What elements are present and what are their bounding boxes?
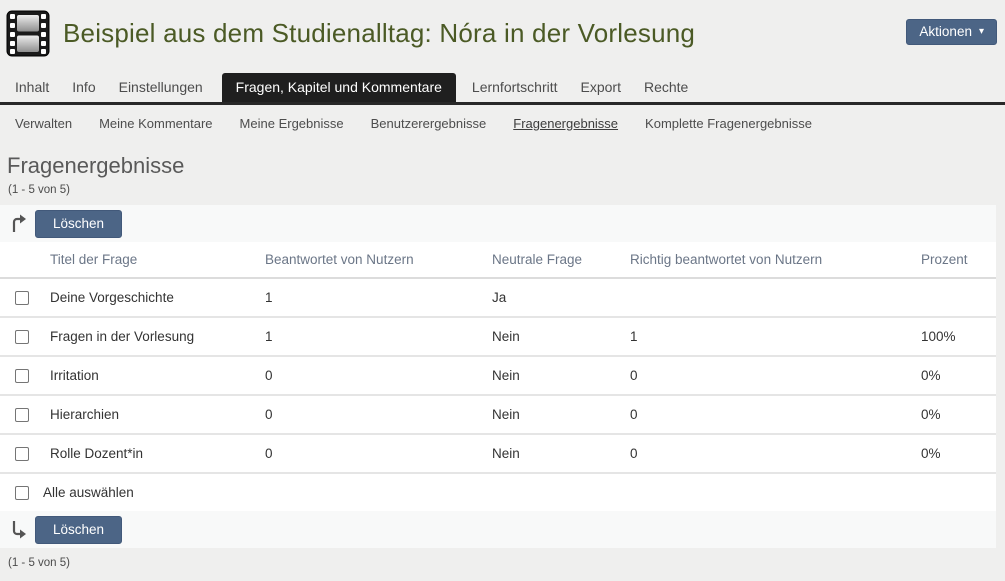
cell-neutral: Nein xyxy=(482,395,620,434)
tab-lernfortschritt[interactable]: Lernfortschritt xyxy=(462,73,568,102)
col-prozent: Prozent xyxy=(911,242,996,278)
section-title: Fragenergebnisse xyxy=(7,153,1005,179)
cell-neutral: Ja xyxy=(482,278,620,317)
select-all-checkbox[interactable] xyxy=(15,486,29,500)
apply-to-selection-down-arrow-icon xyxy=(10,520,27,539)
actions-button-label: Aktionen xyxy=(919,24,972,39)
header-checkbox-spacer xyxy=(0,242,40,278)
table-row: Deine Vorgeschichte 1 Ja xyxy=(0,278,996,317)
cell-question-title: Fragen in der Vorlesung xyxy=(40,317,255,356)
film-strip-icon xyxy=(6,10,50,57)
row-checkbox[interactable] xyxy=(15,447,29,461)
cell-percent: 0% xyxy=(911,434,996,473)
tab-einstellungen[interactable]: Einstellungen xyxy=(109,73,213,102)
subtab-verwalten[interactable]: Verwalten xyxy=(15,116,72,131)
cell-percent: 100% xyxy=(911,317,996,356)
delete-button-top[interactable]: Löschen xyxy=(35,210,122,238)
select-all-label: Alle auswählen xyxy=(43,485,134,500)
cell-answered: 0 xyxy=(255,434,482,473)
table-row: Hierarchien 0 Nein 0 0% xyxy=(0,395,996,434)
tab-info[interactable]: Info xyxy=(62,73,105,102)
cell-percent xyxy=(911,278,996,317)
cell-answered: 0 xyxy=(255,395,482,434)
col-titel-der-frage: Titel der Frage xyxy=(40,242,255,278)
tab-export[interactable]: Export xyxy=(571,73,631,102)
sub-tabbar: Verwalten Meine Kommentare Meine Ergebni… xyxy=(0,105,1005,137)
cell-correct: 1 xyxy=(620,317,911,356)
col-richtig-beantwortet: Richtig beantwortet von Nutzern xyxy=(620,242,911,278)
select-all-row: Alle auswählen xyxy=(0,473,996,511)
cell-correct xyxy=(620,278,911,317)
row-checkbox[interactable] xyxy=(15,291,29,305)
results-panel: Löschen Titel der Frage Beantwortet von … xyxy=(0,205,996,548)
cell-percent: 0% xyxy=(911,356,996,395)
cell-question-title: Irritation xyxy=(40,356,255,395)
page-title: Beispiel aus dem Studienalltag: Nóra in … xyxy=(63,18,695,49)
cell-neutral: Nein xyxy=(482,434,620,473)
caret-down-icon: ▾ xyxy=(979,27,984,37)
col-beantwortet-von-nutzern: Beantwortet von Nutzern xyxy=(255,242,482,278)
cell-answered: 1 xyxy=(255,317,482,356)
cell-neutral: Nein xyxy=(482,356,620,395)
subtab-komplette-fragenergebnisse[interactable]: Komplette Fragenergebnisse xyxy=(645,116,812,131)
row-checkbox[interactable] xyxy=(15,330,29,344)
table-row: Rolle Dozent*in 0 Nein 0 0% xyxy=(0,434,996,473)
row-checkbox[interactable] xyxy=(15,408,29,422)
apply-to-selection-up-arrow-icon xyxy=(10,214,27,233)
table-row: Irritation 0 Nein 0 0% xyxy=(0,356,996,395)
main-tabbar: Inhalt Info Einstellungen Fragen, Kapite… xyxy=(0,59,1005,105)
cell-question-title: Deine Vorgeschichte xyxy=(40,278,255,317)
delete-button-bottom[interactable]: Löschen xyxy=(35,516,122,544)
tab-fragen-kapitel-kommentare[interactable]: Fragen, Kapitel und Kommentare xyxy=(222,73,456,102)
row-checkbox[interactable] xyxy=(15,369,29,383)
table-row: Fragen in der Vorlesung 1 Nein 1 100% xyxy=(0,317,996,356)
cell-neutral: Nein xyxy=(482,317,620,356)
cell-correct: 0 xyxy=(620,356,911,395)
cell-question-title: Rolle Dozent*in xyxy=(40,434,255,473)
subtab-benutzerergebnisse[interactable]: Benutzerergebnisse xyxy=(371,116,487,131)
page-header: Beispiel aus dem Studienalltag: Nóra in … xyxy=(0,0,1005,59)
subtab-fragenergebnisse[interactable]: Fragenergebnisse xyxy=(513,116,618,131)
bottom-toolbar: Löschen xyxy=(0,511,996,548)
table-header-row: Titel der Frage Beantwortet von Nutzern … xyxy=(0,242,996,278)
col-neutrale-frage: Neutrale Frage xyxy=(482,242,620,278)
question-results-table: Titel der Frage Beantwortet von Nutzern … xyxy=(0,242,996,511)
top-toolbar: Löschen xyxy=(0,205,996,242)
cell-percent: 0% xyxy=(911,395,996,434)
result-range-bottom: (1 - 5 von 5) xyxy=(8,557,1005,569)
cell-question-title: Hierarchien xyxy=(40,395,255,434)
cell-answered: 1 xyxy=(255,278,482,317)
subtab-meine-ergebnisse[interactable]: Meine Ergebnisse xyxy=(240,116,344,131)
cell-correct: 0 xyxy=(620,434,911,473)
actions-button[interactable]: Aktionen ▾ xyxy=(906,19,997,45)
tab-inhalt[interactable]: Inhalt xyxy=(5,73,59,102)
tab-rechte[interactable]: Rechte xyxy=(634,73,698,102)
subtab-meine-kommentare[interactable]: Meine Kommentare xyxy=(99,116,212,131)
result-range-top: (1 - 5 von 5) xyxy=(8,184,70,196)
cell-correct: 0 xyxy=(620,395,911,434)
cell-answered: 0 xyxy=(255,356,482,395)
